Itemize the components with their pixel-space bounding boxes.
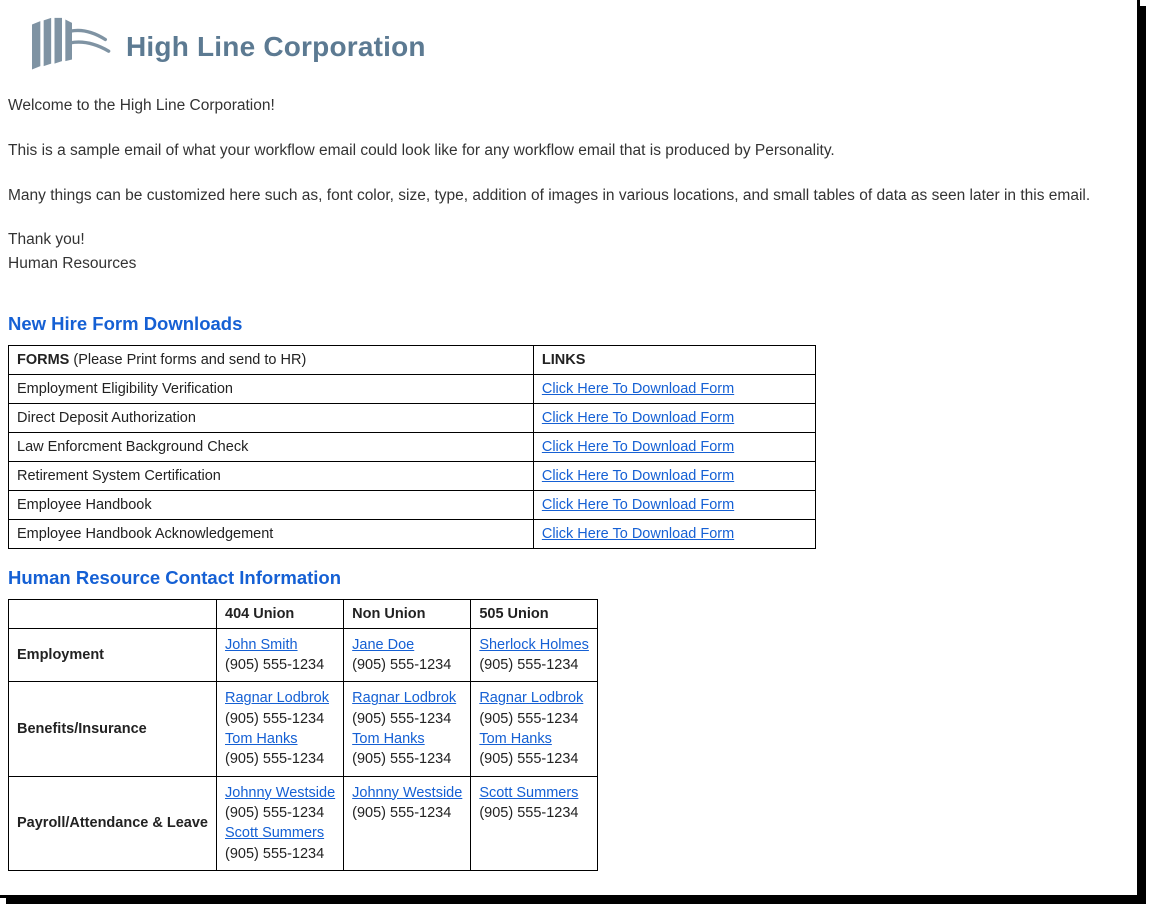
table-row: EmploymentJohn Smith(905) 555-1234Jane D… bbox=[9, 628, 598, 682]
contact-phone: (905) 555-1234 bbox=[225, 805, 324, 821]
table-row: Benefits/Insurance Ragnar Lodbrok (905) 55… bbox=[9, 682, 598, 776]
form-name: Direct Deposit Authorization bbox=[9, 403, 534, 432]
contact-name-link[interactable]: Ragnar Lodbrok bbox=[225, 690, 329, 706]
contact-name-link[interactable]: Ragnar Lodbrok bbox=[479, 690, 583, 706]
form-link-cell: Click Here To Download Form bbox=[533, 519, 815, 548]
form-link-cell: Click Here To Download Form bbox=[533, 432, 815, 461]
contact-phone: (905) 555-1234 bbox=[225, 751, 324, 767]
contact-phone: (905) 555-1234 bbox=[479, 751, 578, 767]
download-link[interactable]: Click Here To Download Form bbox=[542, 497, 734, 513]
contact-name-link[interactable]: Jane Doe bbox=[352, 637, 414, 653]
contacts-cell: Ragnar Lodbrok (905) 555-1234 Tom Hanks (90… bbox=[471, 682, 598, 776]
download-link[interactable]: Click Here To Download Form bbox=[542, 526, 734, 542]
contact-name-link[interactable]: Johnny Westside bbox=[352, 785, 462, 801]
contacts-cell: Ragnar Lodbrok (905) 555-1234 Tom Hanks (90… bbox=[344, 682, 471, 776]
contacts-cell: Johnny Westside (905) 555-1234 Scott Summe… bbox=[217, 776, 344, 870]
contacts-cell: Ragnar Lodbrok (905) 555-1234 Tom Hanks (90… bbox=[217, 682, 344, 776]
intro-text: Welcome to the High Line Corporation! Th… bbox=[8, 88, 1129, 275]
form-link-cell: Click Here To Download Form bbox=[533, 374, 815, 403]
contacts-section-title: Human Resource Contact Information bbox=[8, 567, 1129, 589]
email-page: High Line Corporation Welcome to the Hig… bbox=[0, 0, 1140, 898]
contact-phone: (905) 555-1234 bbox=[225, 657, 324, 673]
contact-name-link[interactable]: Tom Hanks bbox=[225, 731, 298, 747]
contact-phone: (905) 555-1234 bbox=[479, 657, 578, 673]
contacts-column-header: Non Union bbox=[344, 599, 471, 628]
intro-sig2: Human Resources bbox=[8, 252, 1129, 275]
contacts-cell: Scott Summers (905) 555-1234 bbox=[471, 776, 598, 870]
table-row: Law Enforcment Background Check Click Her… bbox=[9, 432, 816, 461]
table-row: Direct Deposit Authorization Click Here T… bbox=[9, 403, 816, 432]
download-link[interactable]: Click Here To Download Form bbox=[542, 410, 734, 426]
download-link[interactable]: Click Here To Download Form bbox=[542, 381, 734, 397]
contact-name-link[interactable]: Tom Hanks bbox=[479, 731, 552, 747]
form-name: Law Enforcment Background Check bbox=[9, 432, 534, 461]
contact-name-link[interactable]: Scott Summers bbox=[225, 825, 324, 841]
company-title: High Line Corporation bbox=[126, 31, 426, 63]
contact-phone: (905) 555-1234 bbox=[352, 711, 451, 727]
contacts-corner bbox=[9, 599, 217, 628]
header: High Line Corporation bbox=[8, 8, 1129, 88]
contact-name-link[interactable]: Sherlock Holmes bbox=[479, 637, 589, 653]
download-link[interactable]: Click Here To Download Form bbox=[542, 439, 734, 455]
forms-header-label: FORMS bbox=[17, 352, 69, 368]
intro-sig1: Thank you! bbox=[8, 228, 1129, 251]
form-link-cell: Click Here To Download Form bbox=[533, 490, 815, 519]
contact-name-link[interactable]: Scott Summers bbox=[479, 785, 578, 801]
links-header: LINKS bbox=[533, 345, 815, 374]
contact-phone: (905) 555-1234 bbox=[225, 711, 324, 727]
table-row: Employment Eligibility Verification Click… bbox=[9, 374, 816, 403]
contact-phone: (905) 555-1234 bbox=[352, 751, 451, 767]
contact-phone: (905) 555-1234 bbox=[225, 846, 324, 862]
table-row: Employee Handbook Click Here To Download … bbox=[9, 490, 816, 519]
contacts-column-header: 505 Union bbox=[471, 599, 598, 628]
contact-name-link[interactable]: Tom Hanks bbox=[352, 731, 425, 747]
contact-name-link[interactable]: John Smith bbox=[225, 637, 298, 653]
company-logo-icon bbox=[12, 16, 112, 78]
form-link-cell: Click Here To Download Form bbox=[533, 461, 815, 490]
contact-phone: (905) 555-1234 bbox=[352, 805, 451, 821]
contacts-row-label: Payroll/Attendance & Leave bbox=[9, 776, 217, 870]
contacts-table: 404 UnionNon Union505 Union EmploymentJo… bbox=[8, 599, 598, 871]
forms-section-title: New Hire Form Downloads bbox=[8, 313, 1129, 335]
form-link-cell: Click Here To Download Form bbox=[533, 403, 815, 432]
intro-p2: This is a sample email of what your work… bbox=[8, 139, 1129, 164]
contact-phone: (905) 555-1234 bbox=[479, 805, 578, 821]
contact-name-link[interactable]: Ragnar Lodbrok bbox=[352, 690, 456, 706]
intro-p3: Many things can be customized here such … bbox=[8, 184, 1129, 209]
form-name: Employment Eligibility Verification bbox=[9, 374, 534, 403]
contact-name-link[interactable]: Johnny Westside bbox=[225, 785, 335, 801]
form-name: Employee Handbook bbox=[9, 490, 534, 519]
contacts-cell: Jane Doe (905) 555-1234 bbox=[344, 628, 471, 682]
contact-phone: (905) 555-1234 bbox=[352, 657, 451, 673]
contact-phone: (905) 555-1234 bbox=[479, 711, 578, 727]
table-row: Employee Handbook Acknowledgement Click H… bbox=[9, 519, 816, 548]
intro-p1: Welcome to the High Line Corporation! bbox=[8, 94, 1129, 119]
table-row: Payroll/Attendance & LeaveJohnny Westsid… bbox=[9, 776, 598, 870]
contacts-row-label: Employment bbox=[9, 628, 217, 682]
forms-header-note: (Please Print forms and send to HR) bbox=[69, 352, 306, 368]
download-link[interactable]: Click Here To Download Form bbox=[542, 468, 734, 484]
form-name: Retirement System Certification bbox=[9, 461, 534, 490]
contacts-cell: John Smith (905) 555-1234 bbox=[217, 628, 344, 682]
forms-table: FORMS (Please Print forms and send to HR… bbox=[8, 345, 816, 549]
forms-header: FORMS (Please Print forms and send to HR… bbox=[9, 345, 534, 374]
contacts-cell: Johnny Westside (905) 555-1234 bbox=[344, 776, 471, 870]
contacts-row-label: Benefits/Insurance bbox=[9, 682, 217, 776]
form-name: Employee Handbook Acknowledgement bbox=[9, 519, 534, 548]
contacts-cell: Sherlock Holmes (905) 555-1234 bbox=[471, 628, 598, 682]
contacts-column-header: 404 Union bbox=[217, 599, 344, 628]
table-row: Retirement System Certification Click Her… bbox=[9, 461, 816, 490]
